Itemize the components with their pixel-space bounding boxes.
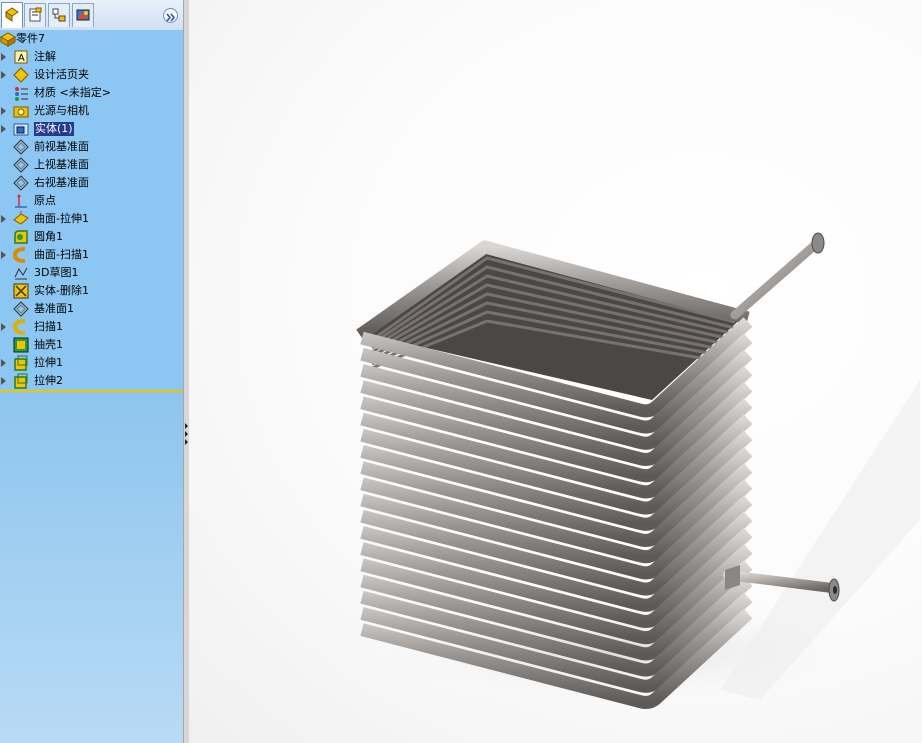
plane-icon [13, 175, 29, 191]
tree-item-label: 扫描1 [34, 320, 63, 333]
extrude-icon [14, 355, 28, 371]
origin-icon [15, 194, 27, 208]
design-binder-icon [13, 67, 29, 83]
surface-extrude-icon [13, 211, 29, 225]
svg-text:A: A [18, 53, 25, 64]
propertymanager-tab[interactable] [24, 3, 46, 27]
double-chevron-right-icon [166, 13, 175, 22]
tree-item-label: 抽壳1 [34, 338, 63, 351]
tree-item-label: 光源与相机 [34, 104, 89, 117]
featuremanager-tab[interactable] [1, 2, 23, 28]
tree-item[interactable]: 抽壳1 [0, 336, 183, 354]
coiled-tube-model [350, 232, 920, 710]
property-icon [29, 7, 42, 22]
surface-sweep-icon [13, 247, 26, 263]
display-icon [76, 9, 90, 21]
tree-item-label: 右视基准面 [34, 176, 89, 189]
feature-manager-tabbar [0, 0, 183, 31]
graphics-viewport[interactable] [189, 0, 922, 743]
tree-item[interactable]: 曲面-拉伸1 [0, 210, 183, 228]
expand-triangle-icon[interactable] [1, 53, 6, 61]
expand-triangle-icon[interactable] [1, 377, 6, 385]
tree-root-part[interactable]: 零件7 [0, 30, 183, 48]
expand-triangle-icon[interactable] [1, 323, 6, 331]
tree-item[interactable]: 光源与相机 [0, 102, 183, 120]
fillet-icon [14, 230, 28, 244]
tree-item[interactable]: 材质 <未指定> [0, 84, 183, 102]
tree-item[interactable]: 实体-删除1 [0, 282, 183, 300]
plane-icon [13, 301, 29, 317]
tree-item-label: 3D草图1 [34, 266, 79, 279]
feature-manager-panel: 零件7 A 注解设计活页夹材质 <未指定> 光源与相机实体(1) 前视基准面上视基准面… [0, 0, 183, 743]
extrude-icon [14, 373, 28, 389]
tree-item-label: 基准面1 [34, 302, 74, 315]
part-tree-icon [5, 7, 19, 22]
tree-item-label: 实体(1) [34, 122, 74, 136]
annotation-icon: A [14, 50, 28, 64]
tree-item[interactable]: 曲面-扫描1 [0, 246, 183, 264]
plane-icon [13, 157, 29, 173]
part-icon [0, 32, 16, 47]
tree-item-label: 实体-删除1 [34, 284, 89, 297]
expand-triangle-icon[interactable] [1, 251, 6, 259]
tree-item[interactable]: 拉伸2 [0, 372, 183, 390]
tree-item[interactable]: 原点 [0, 192, 183, 210]
expand-triangle-icon[interactable] [1, 359, 6, 367]
tree-item-label: 前视基准面 [34, 140, 89, 153]
tree-item-label: 拉伸2 [34, 374, 63, 387]
tree-item-label: 注解 [34, 50, 56, 63]
tree-item[interactable]: 扫描1 [0, 318, 183, 336]
tree-item-label: 原点 [34, 194, 56, 207]
tree-item[interactable]: A 注解 [0, 48, 183, 66]
configuration-icon [52, 8, 66, 22]
tree-root-label: 零件7 [16, 32, 45, 45]
tree-item[interactable]: 上视基准面 [0, 156, 183, 174]
inlet-pipe-end [811, 232, 825, 254]
lights-cameras-icon [13, 106, 29, 118]
tree-item[interactable]: 3D草图1 [0, 264, 183, 282]
tree-item-label: 设计活页夹 [34, 68, 89, 81]
tree-item-label: 拉伸1 [34, 356, 63, 369]
configurationmanager-tab[interactable] [48, 3, 70, 27]
tree-item-label: 圆角1 [34, 230, 63, 243]
tree-item-label: 材质 <未指定> [34, 86, 111, 99]
tree-item[interactable]: 设计活页夹 [0, 66, 183, 84]
3d-sketch-icon [14, 267, 28, 280]
expand-triangle-icon[interactable] [1, 71, 6, 79]
tree-item[interactable]: 圆角1 [0, 228, 183, 246]
tree-item[interactable]: 右视基准面 [0, 174, 183, 192]
inlet-pipe [730, 240, 820, 320]
delete-body-icon [13, 283, 29, 299]
tree-item-label: 上视基准面 [34, 158, 89, 171]
tree-item[interactable]: 拉伸1 [0, 354, 183, 372]
displaymanager-tab[interactable] [72, 3, 94, 27]
tree-item-label: 曲面-扫描1 [34, 248, 89, 261]
material-icon [15, 87, 28, 101]
tree-item[interactable]: 前视基准面 [0, 138, 183, 156]
splitter-grip-icon [185, 423, 188, 445]
expand-triangle-icon[interactable] [1, 107, 6, 115]
expand-panel-button[interactable] [163, 8, 178, 23]
sweep-icon [13, 319, 26, 335]
tree-item[interactable]: 基准面1 [0, 300, 183, 318]
tree-item[interactable]: 实体(1) [0, 120, 183, 138]
expand-triangle-icon[interactable] [1, 125, 6, 133]
feature-tree: 零件7 A 注解设计活页夹材质 <未指定> 光源与相机实体(1) 前视基准面上视基准面… [0, 30, 183, 392]
plane-icon [13, 139, 29, 155]
tree-item-label: 曲面-拉伸1 [34, 212, 89, 225]
solid-bodies-icon [13, 123, 29, 136]
expand-triangle-icon[interactable] [1, 215, 6, 223]
shell-icon [13, 337, 29, 353]
